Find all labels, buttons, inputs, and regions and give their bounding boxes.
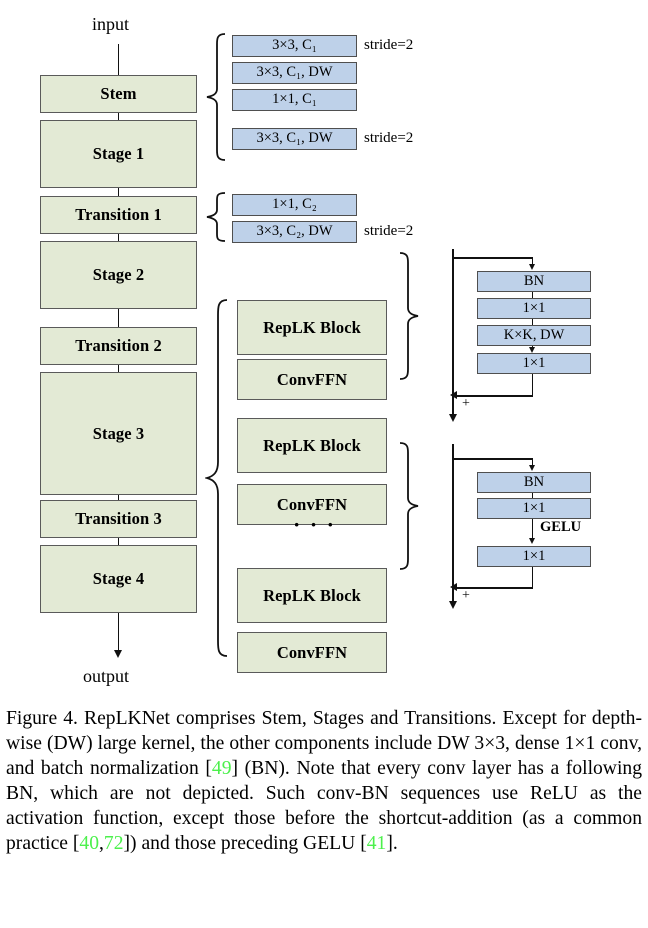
caption-text: ]. <box>386 833 398 855</box>
stem-layer-1[interactable]: 3×3, C₁ <box>232 35 357 57</box>
convffn-shortcut-trunk <box>452 444 454 575</box>
replk-branch-out-drop <box>531 374 534 396</box>
citation-reference[interactable]: 40 <box>79 833 99 854</box>
block-transition-1[interactable]: Transition 1 <box>40 196 197 234</box>
convffn-activation-label: GELU <box>540 519 582 535</box>
convffn-branch-in-arrowhead <box>529 465 535 471</box>
block-stage-2[interactable]: Stage 2 <box>40 241 197 309</box>
input-connector-line <box>117 44 120 75</box>
connector-stage1-transition1 <box>117 188 120 196</box>
replk-layer-bn[interactable]: BN <box>477 271 591 292</box>
stage-block-replk-3[interactable]: RepLK Block <box>237 568 387 623</box>
block-stage-3[interactable]: Stage 3 <box>40 372 197 495</box>
stem-layer-1-stride: stride=2 <box>364 37 414 53</box>
replk-layer-conv1x1-b[interactable]: 1×1 <box>477 353 591 374</box>
stage-block-convffn-1[interactable]: ConvFFN <box>237 359 387 400</box>
connector-stem-stage1 <box>117 113 120 120</box>
stage-block-replk-2[interactable]: RepLK Block <box>237 418 387 473</box>
block-stem[interactable]: Stem <box>40 75 197 113</box>
convffn-layer-conv1x1-a[interactable]: 1×1 <box>477 498 591 519</box>
citation-reference[interactable]: 49 <box>212 758 232 779</box>
replk-layer-dw-kxk[interactable]: K×K, DW <box>477 325 591 346</box>
connector-stage2-transition2 <box>117 309 120 327</box>
connector-transition2-stage3 <box>117 365 120 372</box>
brace-replk-detail <box>399 252 419 380</box>
transition-layer-1[interactable]: 1×1, C₂ <box>232 194 357 216</box>
transition-layer-2-stride: stride=2 <box>364 223 414 239</box>
figure-caption: Figure 4. RepLKNet comprises Stem, Stage… <box>6 706 642 856</box>
figure-diagram: input output Stem Stage 1 Transition 1 S… <box>0 0 648 700</box>
replk-trunk-out <box>452 382 454 418</box>
convffn-layer-conv1x1-b[interactable]: 1×1 <box>477 546 591 567</box>
block-stage-1[interactable]: Stage 1 <box>40 120 197 188</box>
input-label: input <box>92 14 130 34</box>
output-arrowhead <box>114 650 122 658</box>
stem-layer-3[interactable]: 1×1, C₁ <box>232 89 357 111</box>
block-stage-4[interactable]: Stage 4 <box>40 545 197 613</box>
brace-transition-expansion <box>206 192 226 242</box>
replk-branch-in-arrowhead <box>529 264 535 270</box>
citation-reference[interactable]: 41 <box>367 833 387 854</box>
connector-transition1-stage2 <box>117 234 120 241</box>
stage-block-convffn-3[interactable]: ConvFFN <box>237 632 387 673</box>
convffn-branch-out-drop <box>531 567 534 588</box>
convffn-branch-in-line <box>452 458 533 460</box>
stem-layer-4[interactable]: 3×3, C₁, DW <box>232 128 357 150</box>
brace-convffn-detail <box>399 442 419 570</box>
brace-stem-expansion <box>206 33 226 161</box>
convffn-gelu-arrowhead <box>529 538 535 544</box>
citation-reference[interactable]: 72 <box>104 833 124 854</box>
block-transition-3[interactable]: Transition 3 <box>40 500 197 538</box>
block-transition-2[interactable]: Transition 2 <box>40 327 197 365</box>
stage-block-replk-1[interactable]: RepLK Block <box>237 300 387 355</box>
connector-transition3-stage4 <box>117 538 120 545</box>
convffn-residual-plus: + <box>462 588 470 603</box>
replk-output-arrowhead <box>448 414 457 422</box>
brace-stage-expansion <box>205 299 228 657</box>
output-label: output <box>83 666 130 686</box>
caption-text: ]) and those preceding GELU [ <box>123 833 367 855</box>
convffn-output-arrowhead <box>448 601 457 609</box>
output-connector-line <box>117 613 120 653</box>
convffn-layer-bn[interactable]: BN <box>477 472 591 493</box>
stem-layer-4-stride: stride=2 <box>364 130 414 146</box>
replk-layer-conv1x1-a[interactable]: 1×1 <box>477 298 591 319</box>
replk-shortcut-trunk <box>452 249 454 382</box>
replk-residual-plus: + <box>462 396 470 411</box>
stem-layer-2[interactable]: 3×3, C₁, DW <box>232 62 357 84</box>
replk-branch-in-line <box>452 257 533 259</box>
transition-layer-2[interactable]: 3×3, C₂, DW <box>232 221 357 243</box>
stage-blocks-ellipsis: · · · <box>293 512 337 537</box>
